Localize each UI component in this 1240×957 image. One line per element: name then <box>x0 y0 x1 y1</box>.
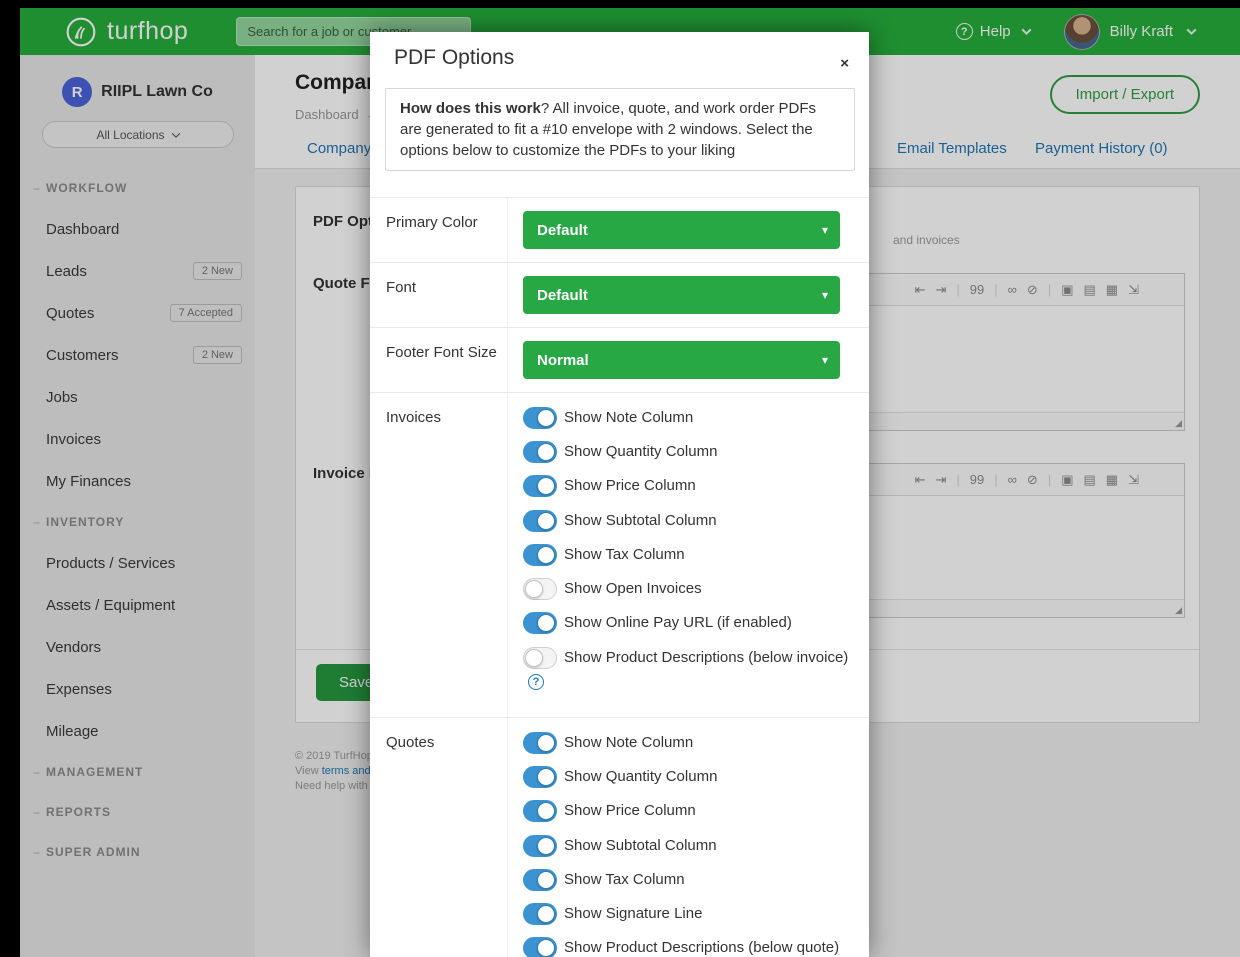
toggle-row: Show Open Invoices <box>523 577 853 601</box>
screen: turfhop ? Help Billy Kraft R RIIPL <box>0 0 1240 957</box>
toggle-row: Show Subtotal Column <box>523 834 853 858</box>
quotes-label: Quotes <box>370 718 508 957</box>
font-row: Font Default ▾ <box>370 262 869 327</box>
invoices-toggle-list: Show Note Column Show Quantity Column Sh… <box>508 393 869 717</box>
pdf-options-modal: PDF Options × How does this work? All in… <box>370 32 869 957</box>
toggle-knob <box>537 614 555 632</box>
primary-color-select[interactable]: Default ▾ <box>523 211 840 249</box>
toggle-row: Show Online Pay URL (if enabled) <box>523 611 853 635</box>
toggle-knob <box>537 409 555 427</box>
toggle-switch[interactable] <box>523 441 557 463</box>
toggle-row: Show Price Column <box>523 474 853 498</box>
toggle-switch[interactable] <box>523 578 557 600</box>
toggle-knob <box>537 512 555 530</box>
quotes-toggle-list: Show Note Column Show Quantity Column Sh… <box>508 718 869 957</box>
toggle-row: Show Quantity Column <box>523 765 853 789</box>
toggle-label: Show Signature Line <box>564 905 702 922</box>
toggle-knob <box>537 734 555 752</box>
toggle-row: Show Product Descriptions (below quote)? <box>523 936 853 957</box>
toggle-knob <box>537 837 555 855</box>
toggle-knob <box>537 477 555 495</box>
caret-down-icon: ▾ <box>822 223 828 237</box>
row-control: Default ▾ <box>508 263 869 327</box>
toggle-row: Show Tax Column <box>523 868 853 892</box>
toggle-label: Show Tax Column <box>564 546 685 563</box>
toggle-knob <box>537 939 555 957</box>
toggle-label: Show Tax Column <box>564 871 685 888</box>
toggle-switch[interactable] <box>523 544 557 566</box>
toggle-switch[interactable] <box>523 835 557 857</box>
toggle-label: Show Price Column <box>564 477 696 494</box>
toggle-label: Show Subtotal Column <box>564 837 717 854</box>
row-control: Normal ▾ <box>508 328 869 392</box>
close-icon[interactable]: × <box>840 56 849 71</box>
toggle-knob <box>537 443 555 461</box>
toggle-row: Show Tax Column <box>523 543 853 567</box>
modal-header: PDF Options × <box>370 32 869 82</box>
toggle-row: Show Subtotal Column <box>523 509 853 533</box>
caret-down-icon: ▾ <box>822 353 828 367</box>
toggle-row: Show Price Column <box>523 799 853 823</box>
toggle-label: Show Open Invoices <box>564 580 702 597</box>
toggle-switch[interactable] <box>523 766 557 788</box>
toggle-label: Show Product Descriptions (below invoice… <box>564 649 848 666</box>
toggle-knob <box>537 871 555 889</box>
toggle-label: Show Online Pay URL (if enabled) <box>564 614 792 631</box>
font-label: Font <box>370 263 508 327</box>
help-icon[interactable]: ? <box>528 674 544 690</box>
toggle-knob <box>525 649 543 667</box>
intro-bold-text: How does this work <box>400 100 541 117</box>
quotes-row: Quotes Show Note Column Show Quantity Co… <box>370 717 869 957</box>
font-select[interactable]: Default ▾ <box>523 276 840 314</box>
invoices-label: Invoices <box>370 393 508 717</box>
toggle-row: Show Signature Line <box>523 902 853 926</box>
caret-down-icon: ▾ <box>822 288 828 302</box>
toggle-switch[interactable] <box>523 800 557 822</box>
toggle-label: Show Product Descriptions (below quote) <box>564 939 839 956</box>
toggle-knob <box>537 768 555 786</box>
toggle-knob <box>537 546 555 564</box>
modal-intro-box: How does this work? All invoice, quote, … <box>385 88 855 171</box>
toggle-switch[interactable] <box>523 869 557 891</box>
primary-color-row: Primary Color Default ▾ <box>370 197 869 262</box>
toggle-switch[interactable] <box>523 937 557 957</box>
toggle-switch[interactable] <box>523 612 557 634</box>
toggle-switch[interactable] <box>523 647 557 669</box>
toggle-knob <box>537 802 555 820</box>
toggle-switch[interactable] <box>523 475 557 497</box>
toggle-label: Show Price Column <box>564 802 696 819</box>
row-control: Default ▾ <box>508 198 869 262</box>
toggle-row: Show Product Descriptions (below invoice… <box>523 646 853 694</box>
toggle-label: Show Quantity Column <box>564 443 717 460</box>
toggle-label: Show Quantity Column <box>564 768 717 785</box>
toggle-row: Show Note Column <box>523 406 853 430</box>
toggle-label: Show Note Column <box>564 734 693 751</box>
toggle-label: Show Note Column <box>564 409 693 426</box>
primary-color-label: Primary Color <box>370 198 508 262</box>
footer-font-size-select[interactable]: Normal ▾ <box>523 341 840 379</box>
toggle-switch[interactable] <box>523 407 557 429</box>
selected-value: Normal <box>537 352 589 369</box>
modal-title: PDF Options <box>394 46 845 70</box>
invoices-row: Invoices Show Note Column Show Quantity … <box>370 392 869 717</box>
toggle-switch[interactable] <box>523 903 557 925</box>
footer-font-size-row: Footer Font Size Normal ▾ <box>370 327 869 392</box>
selected-value: Default <box>537 287 588 304</box>
toggle-row: Show Quantity Column <box>523 440 853 464</box>
toggle-knob <box>525 580 543 598</box>
footer-font-size-label: Footer Font Size <box>370 328 508 392</box>
toggle-label: Show Subtotal Column <box>564 512 717 529</box>
toggle-row: Show Note Column <box>523 731 853 755</box>
toggle-switch[interactable] <box>523 510 557 532</box>
toggle-knob <box>537 905 555 923</box>
toggle-switch[interactable] <box>523 732 557 754</box>
selected-value: Default <box>537 222 588 239</box>
